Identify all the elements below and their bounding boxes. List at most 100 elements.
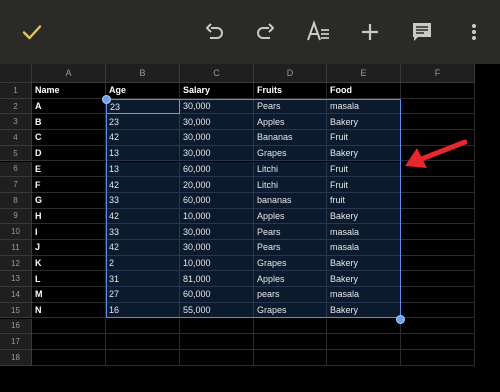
cell-c4[interactable]: 30,000: [180, 130, 254, 146]
cell-a7[interactable]: F: [32, 177, 106, 193]
row-header-12[interactable]: 12: [0, 255, 32, 272]
cell-c1[interactable]: Salary: [180, 83, 254, 99]
spreadsheet-grid[interactable]: A B C D E F 1 Name Age Salary Fruits Food 2 A 23 30,000…: [0, 64, 500, 392]
cell-b11[interactable]: 42: [106, 240, 180, 256]
cell-f8[interactable]: [401, 192, 475, 209]
cell-f1[interactable]: [401, 83, 475, 99]
cell-e8[interactable]: fruit: [327, 192, 401, 209]
cell-d18[interactable]: [254, 349, 327, 366]
cell-a5[interactable]: D: [32, 145, 106, 162]
cell-b7[interactable]: 42: [106, 177, 180, 193]
redo-icon[interactable]: [248, 14, 284, 50]
cell-d11[interactable]: Pears: [254, 240, 327, 256]
cell-b18[interactable]: [106, 349, 180, 366]
cell-d5[interactable]: Grapes: [254, 145, 327, 162]
cell-b12[interactable]: 2: [106, 255, 180, 272]
cell-c18[interactable]: [180, 349, 254, 366]
cell-f11[interactable]: [401, 240, 475, 256]
cell-b2[interactable]: 23: [106, 98, 180, 115]
row-header-7[interactable]: 7: [0, 177, 32, 193]
cell-b9[interactable]: 42: [106, 208, 180, 225]
cell-a2[interactable]: A: [32, 98, 106, 115]
row-header-16[interactable]: 16: [0, 318, 32, 335]
cell-a4[interactable]: C: [32, 130, 106, 146]
row-header-18[interactable]: 18: [0, 349, 32, 366]
cell-c9[interactable]: 10,000: [180, 208, 254, 225]
selection-handle-end[interactable]: [396, 314, 405, 324]
row-header-8[interactable]: 8: [0, 192, 32, 209]
cell-f9[interactable]: [401, 208, 475, 225]
cell-f14[interactable]: [401, 287, 475, 303]
cell-f16[interactable]: [401, 318, 475, 335]
row-header-1[interactable]: 1: [0, 83, 32, 99]
cell-c7[interactable]: 20,000: [180, 177, 254, 193]
check-icon[interactable]: [14, 14, 50, 50]
cell-d9[interactable]: Apples: [254, 208, 327, 225]
cell-d15[interactable]: Grapes: [254, 302, 327, 319]
selection-handle-start[interactable]: [102, 94, 111, 104]
column-header-d[interactable]: D: [254, 64, 327, 83]
cell-b5[interactable]: 13: [106, 145, 180, 162]
column-header-f[interactable]: F: [401, 64, 475, 83]
row-header-5[interactable]: 5: [0, 145, 32, 162]
row-header-11[interactable]: 11: [0, 240, 32, 256]
undo-icon[interactable]: [196, 14, 232, 50]
cell-f3[interactable]: [401, 114, 475, 131]
cell-e17[interactable]: [327, 334, 401, 350]
cell-b14[interactable]: 27: [106, 287, 180, 303]
cell-f13[interactable]: [401, 271, 475, 288]
cell-e2[interactable]: masala: [327, 98, 401, 115]
cell-c11[interactable]: 30,000: [180, 240, 254, 256]
cell-e13[interactable]: Bakery: [327, 271, 401, 288]
text-format-icon[interactable]: [300, 14, 336, 50]
cell-b6[interactable]: 13: [106, 161, 180, 178]
cell-c12[interactable]: 10,000: [180, 255, 254, 272]
cell-d6[interactable]: Litchi: [254, 161, 327, 178]
column-header-c[interactable]: C: [180, 64, 254, 83]
cell-e11[interactable]: masala: [327, 240, 401, 256]
cell-d1[interactable]: Fruits: [254, 83, 327, 99]
cell-d8[interactable]: bananas: [254, 192, 327, 209]
cell-c2[interactable]: 30,000: [180, 98, 254, 115]
cell-c5[interactable]: 30,000: [180, 145, 254, 162]
cell-b1[interactable]: Age: [106, 83, 180, 99]
row-header-10[interactable]: 10: [0, 224, 32, 240]
cell-e9[interactable]: Bakery: [327, 208, 401, 225]
cell-c16[interactable]: [180, 318, 254, 335]
cell-a13[interactable]: L: [32, 271, 106, 288]
row-header-14[interactable]: 14: [0, 287, 32, 303]
cell-a9[interactable]: H: [32, 208, 106, 225]
cell-f7[interactable]: [401, 177, 475, 193]
cell-c14[interactable]: 60,000: [180, 287, 254, 303]
cell-a16[interactable]: [32, 318, 106, 335]
row-header-6[interactable]: 6: [0, 161, 32, 178]
row-header-2[interactable]: 2: [0, 98, 32, 115]
more-vert-icon[interactable]: [456, 14, 492, 50]
cell-f17[interactable]: [401, 334, 475, 350]
cell-c15[interactable]: 55,000: [180, 302, 254, 319]
cell-b13[interactable]: 31: [106, 271, 180, 288]
cell-e6[interactable]: Fruit: [327, 161, 401, 178]
cell-e5[interactable]: Bakery: [327, 145, 401, 162]
cell-f10[interactable]: [401, 224, 475, 240]
column-header-a[interactable]: A: [32, 64, 106, 83]
cell-d4[interactable]: Bananas: [254, 130, 327, 146]
comment-icon[interactable]: [404, 14, 440, 50]
cell-a14[interactable]: M: [32, 287, 106, 303]
column-header-b[interactable]: B: [106, 64, 180, 83]
cell-a3[interactable]: B: [32, 114, 106, 131]
cell-c3[interactable]: 30,000: [180, 114, 254, 131]
cell-a6[interactable]: E: [32, 161, 106, 178]
cell-d16[interactable]: [254, 318, 327, 335]
add-icon[interactable]: [352, 14, 388, 50]
cell-a15[interactable]: N: [32, 302, 106, 319]
cell-a10[interactable]: I: [32, 224, 106, 240]
cell-e3[interactable]: Bakery: [327, 114, 401, 131]
row-header-3[interactable]: 3: [0, 114, 32, 131]
cell-d14[interactable]: pears: [254, 287, 327, 303]
cell-d17[interactable]: [254, 334, 327, 350]
cell-f2[interactable]: [401, 98, 475, 115]
cell-e4[interactable]: Fruit: [327, 130, 401, 146]
column-header-e[interactable]: E: [327, 64, 401, 83]
cell-c17[interactable]: [180, 334, 254, 350]
